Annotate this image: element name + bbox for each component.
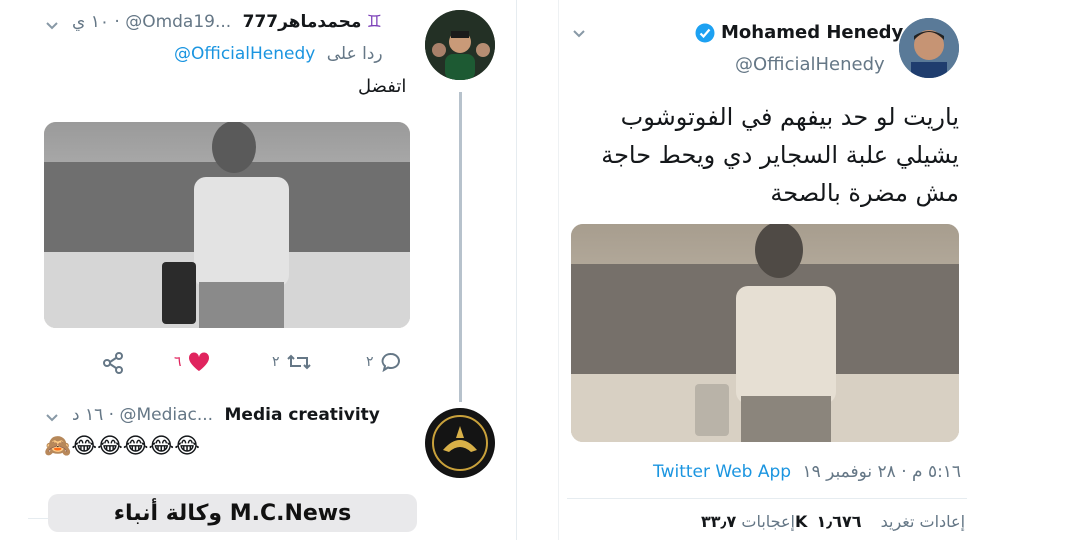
like-count: ٦ — [174, 354, 182, 370]
group-photo-avatar-image — [425, 10, 495, 80]
tweet2-header: ١٦ د · @Mediac... Media creativity — [72, 405, 380, 425]
tweet-timestamp: ٥:١٦ م · ٢٨ نوفمبر ١٩ — [802, 462, 962, 482]
like-action[interactable]: ٦ — [174, 352, 210, 372]
news-agency-watermark: وكالة أنباء M.C.News — [48, 494, 417, 532]
chevron-down-icon[interactable] — [44, 410, 60, 426]
divider — [28, 518, 48, 519]
tweet-stats: إعجابات ٣٣٫٧K إعادات تغريد ١٫٦٧٦ — [697, 512, 965, 531]
likes-label[interactable]: إعجابات — [741, 512, 795, 531]
divider — [567, 498, 967, 499]
left-thread-panel: ١٠ ي · @Omda19... محمدماهر777 ♊ @Officia… — [28, 0, 517, 540]
author-avatar-image — [899, 18, 959, 78]
main-tweet-panel: Mohamed Henedy @OfficialHenedy ياريت لو … — [558, 0, 975, 540]
tweet-text-line: يشيلي علبة السجاير دي ويحط حاجة — [601, 141, 959, 169]
child-photo-image — [44, 122, 410, 328]
tweet-photo[interactable] — [571, 224, 959, 442]
tweet1-header: ١٠ ي · @Omda19... محمدماهر777 ♊ — [72, 12, 383, 32]
thread-connector-line — [459, 92, 462, 402]
author-handle[interactable]: @OfficialHenedy — [735, 54, 885, 75]
child-photo-image — [571, 224, 959, 442]
share-action[interactable] — [102, 352, 124, 374]
gemini-badge-icon: ♊ — [366, 12, 383, 32]
avatar[interactable] — [425, 408, 495, 478]
tweet2-handle[interactable]: @Mediac... — [119, 405, 213, 425]
reply-prefix: ردا على — [326, 44, 383, 64]
tweet1-display-name[interactable]: محمدماهر777 — [243, 12, 362, 32]
retweet-action[interactable]: ٢ — [272, 352, 312, 372]
retweet-count: ٢ — [272, 354, 280, 370]
retweets-count[interactable]: ١٫٦٧٦ — [816, 512, 861, 531]
tweet1-time: ١٠ ي — [72, 12, 109, 32]
avatar[interactable] — [899, 18, 959, 78]
chevron-down-icon[interactable] — [44, 18, 60, 34]
tweet2-time: ١٦ د — [72, 405, 104, 425]
tweet-text-line: مش مضرة بالصحة — [770, 179, 959, 207]
tweet2-display-name[interactable]: Media creativity — [225, 405, 380, 425]
retweet-icon — [286, 354, 311, 370]
avatar[interactable] — [425, 10, 495, 80]
chevron-down-icon[interactable] — [571, 26, 587, 42]
tweet1-handle[interactable]: @Omda19... — [125, 12, 231, 32]
tweet1-reply-line: @OfficialHenedy ردا على — [174, 44, 383, 64]
media-creativity-logo-avatar — [426, 409, 494, 477]
verified-badge-icon — [695, 23, 715, 42]
tweet-text: ياريت لو حد بيفهم في الفوتوشوب يشيلي علب… — [569, 98, 959, 212]
reply-to-link[interactable]: @OfficialHenedy — [174, 44, 315, 64]
retweets-label[interactable]: إعادات تغريد — [881, 512, 965, 531]
author-name-row[interactable]: Mohamed Henedy — [695, 22, 903, 43]
reply-icon — [381, 353, 400, 372]
tweet-text-line: ياريت لو حد بيفهم في الفوتوشوب — [620, 103, 959, 131]
tweet2-text: 🙈😂😂😂😂😂 — [44, 434, 200, 459]
reply-count: ٢ — [366, 354, 374, 370]
tweet1-text: اتفضل — [358, 76, 407, 97]
share-icon — [103, 352, 123, 374]
author-display-name[interactable]: Mohamed Henedy — [721, 22, 903, 43]
tweet1-photo[interactable] — [44, 122, 410, 328]
tweet-meta: Twitter Web App ٥:١٦ م · ٢٨ نوفمبر ١٩ — [653, 462, 961, 482]
reply-action[interactable]: ٢ — [366, 352, 402, 372]
source-link[interactable]: Twitter Web App — [653, 462, 791, 482]
heart-icon — [188, 352, 209, 371]
